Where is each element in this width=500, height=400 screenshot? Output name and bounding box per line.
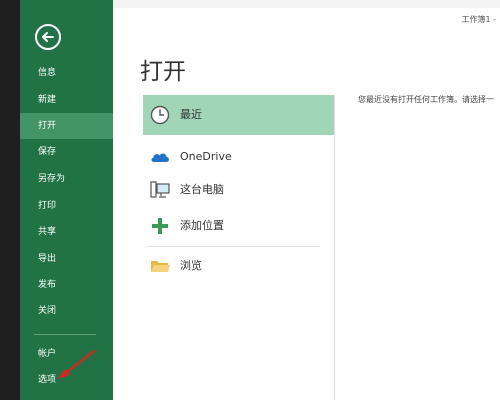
location-label: 最近 <box>180 108 202 121</box>
window-title: 工作簿1 - <box>461 15 496 24</box>
red-arrow-annotation <box>58 349 96 379</box>
location-label: 这台电脑 <box>180 183 224 196</box>
folder-icon <box>151 261 170 272</box>
pane-divider <box>334 95 335 400</box>
nav-item-print[interactable]: 打印 <box>20 193 113 219</box>
nav-item-publish[interactable]: 发布 <box>20 272 113 298</box>
nav-item-new[interactable]: 新建 <box>20 87 113 113</box>
arrow-left-icon <box>42 32 54 42</box>
nav-item-save[interactable]: 保存 <box>20 139 113 165</box>
computer-icon <box>150 181 170 198</box>
window-left-edge <box>0 0 20 400</box>
plus-icon <box>152 218 168 234</box>
nav-item-share[interactable]: 共享 <box>20 219 113 245</box>
location-label: 添加位置 <box>180 219 224 232</box>
page-title: 打开 <box>140 59 186 85</box>
backstage-nav: 信息 新建 打开 保存 另存为 打印 共享 导出 发布 关闭 帐户 选项 <box>20 0 113 400</box>
location-label: 浏览 <box>180 259 202 272</box>
top-strip <box>113 0 500 8</box>
location-recent[interactable]: 最近 <box>143 95 335 135</box>
nav-item-close[interactable]: 关闭 <box>20 298 113 324</box>
recent-empty-message: 您最近没有打开任何工作簿。请选择一 <box>358 95 494 104</box>
back-button[interactable] <box>35 24 61 50</box>
location-this-pc[interactable]: 这台电脑 <box>143 170 335 210</box>
nav-item-save-as[interactable]: 另存为 <box>20 166 113 192</box>
nav-divider <box>34 334 96 335</box>
clock-icon <box>150 105 170 125</box>
nav-item-export[interactable]: 导出 <box>20 246 113 272</box>
cloud-icon <box>151 153 169 162</box>
location-add-place[interactable]: 添加位置 <box>143 206 335 246</box>
open-pane: 工作簿1 - 打开 最近 OneDrive 这台电脑 添加位置 浏览 您最近没有… <box>113 0 500 400</box>
nav-item-open[interactable]: 打开 <box>20 113 113 139</box>
nav-item-info[interactable]: 信息 <box>20 60 113 86</box>
location-browse[interactable]: 浏览 <box>143 246 335 286</box>
